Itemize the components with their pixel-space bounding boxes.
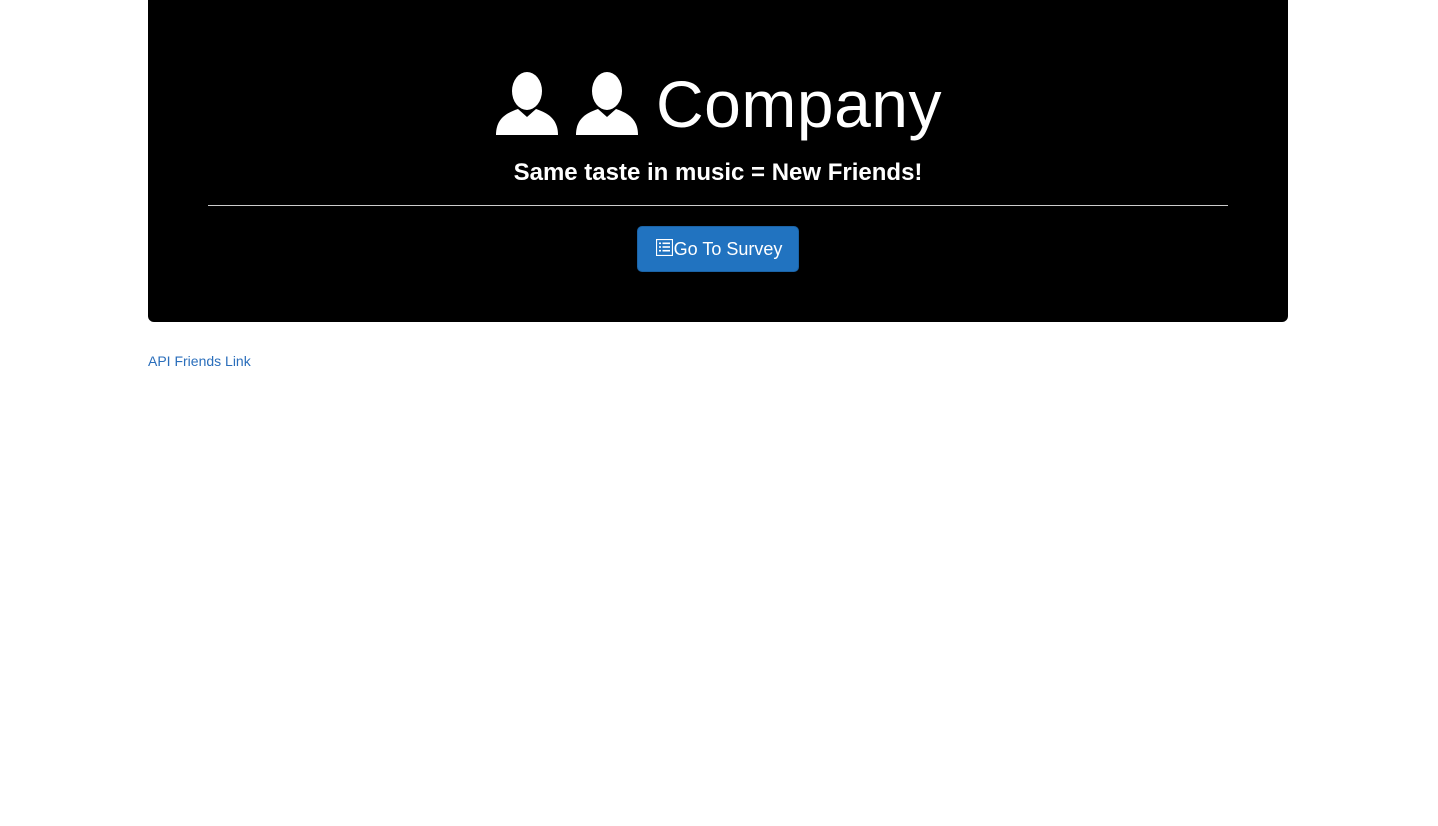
- list-icon: [655, 238, 673, 256]
- user-icon: [574, 71, 640, 137]
- company-name: Company: [656, 67, 942, 141]
- go-to-survey-button[interactable]: Go To Survey: [636, 226, 800, 272]
- api-friends-link[interactable]: API Friends Link: [148, 353, 251, 369]
- jumbotron: Company Same taste in music = New Friend…: [148, 0, 1288, 322]
- go-to-survey-label: Go To Survey: [673, 238, 783, 259]
- user-icon: [494, 71, 560, 137]
- page-title: Company: [148, 66, 1288, 142]
- tagline: Same taste in music = New Friends!: [513, 159, 923, 186]
- divider: [208, 205, 1228, 206]
- page-container: Company Same taste in music = New Friend…: [148, 0, 1288, 371]
